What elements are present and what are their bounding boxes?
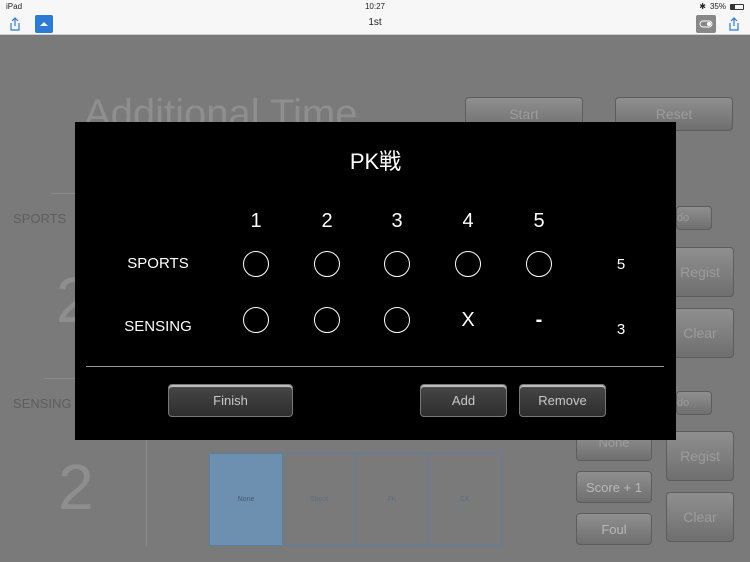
foul-button[interactable]: Foul [576, 513, 652, 545]
column-number-3: 3 [391, 210, 403, 232]
sensing-kick-3-mark [384, 307, 410, 333]
clear-button[interactable]: Clear [666, 308, 734, 358]
sports-kick-5-mark [526, 251, 552, 277]
battery-percent: 35% [709, 2, 726, 11]
toggle-icon[interactable] [696, 15, 716, 33]
sensing-kick-4-miss-mark: X [461, 308, 475, 331]
row-label-sensing: SENSING [124, 318, 192, 335]
navigation-bar: 1st [0, 12, 750, 35]
column-number-5: 5 [533, 210, 545, 232]
grid-cell-none[interactable]: None [210, 454, 283, 545]
sports-kick-4-mark [455, 251, 481, 277]
modal-title: PK戦 [349, 149, 402, 174]
vertical-divider [146, 440, 147, 546]
sports-kick-2-mark [314, 251, 340, 277]
battery-icon [730, 3, 744, 10]
sensing-label: SENSING [13, 396, 72, 411]
status-bar: iPad 10:27 ✱ 35% [0, 0, 750, 12]
grid-cell-fk[interactable]: FK [356, 454, 429, 545]
modal-divider [86, 366, 664, 367]
grid-cell-ck[interactable]: CK [429, 454, 501, 545]
score-plus-one-button[interactable]: Score + 1 [576, 471, 652, 503]
sports-score: 2 [56, 264, 76, 336]
clear-button-2[interactable]: Clear [666, 492, 734, 542]
bluetooth-icon: ✱ [699, 2, 706, 11]
nav-title: 1st [368, 17, 382, 28]
grid-cell-shoot[interactable]: Shoot [283, 454, 356, 545]
sports-kick-1-mark [243, 251, 269, 277]
sensing-kick-2-mark [314, 307, 340, 333]
pk-modal: PK戦 1 2 3 4 5 SPORTS SENSING X - 5 3 Fin… [75, 122, 676, 440]
undo-button[interactable]: do [676, 206, 712, 230]
column-number-1: 1 [250, 210, 262, 232]
sports-kick-3-mark [384, 251, 410, 277]
column-number-4: 4 [462, 210, 474, 232]
sports-label: SPORTS [13, 211, 67, 226]
play-type-grid: None Shoot FK CK [209, 453, 502, 546]
regist-button[interactable]: Regist [666, 247, 734, 297]
sensing-score: 2 [58, 451, 94, 523]
column-number-2: 2 [321, 210, 333, 232]
add-button[interactable]: Add [420, 384, 507, 417]
sensing-kick-1-mark [243, 307, 269, 333]
status-time: 10:27 [364, 2, 386, 11]
remove-button[interactable]: Remove [519, 384, 606, 417]
undo-button-2[interactable]: do [676, 391, 712, 415]
sensing-kick-5-empty-mark: - [535, 308, 543, 331]
finish-button[interactable]: Finish [168, 384, 293, 417]
divider-line [44, 378, 76, 379]
sensing-total: 3 [616, 321, 626, 338]
regist-button-2[interactable]: Regist [666, 431, 734, 481]
status-right: ✱ 35% [699, 2, 744, 11]
share-icon-right[interactable] [725, 15, 743, 33]
sports-total: 5 [616, 256, 626, 273]
row-label-sports: SPORTS [127, 255, 189, 272]
